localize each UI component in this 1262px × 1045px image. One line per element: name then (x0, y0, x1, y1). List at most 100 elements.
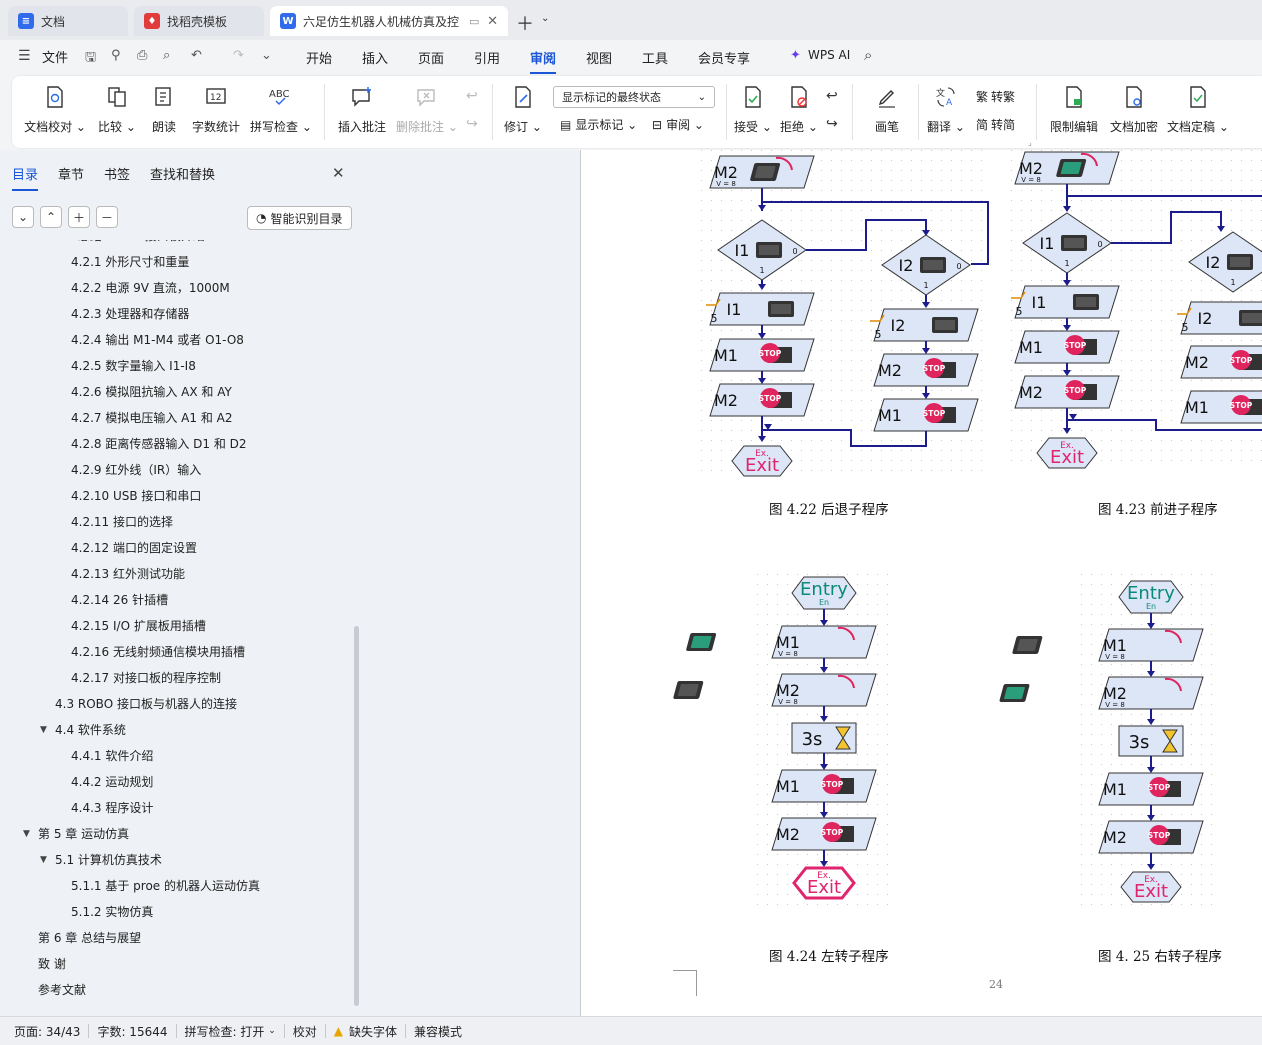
sidebar-scrollbar[interactable] (354, 626, 359, 1006)
toc-item[interactable]: 4.2.14 26 针插槽 (71, 590, 168, 610)
markup-state-select[interactable]: 显示标记的最终状态 ⌄ (553, 86, 715, 108)
sidebar-tab-find-replace[interactable]: 查找和替换 (150, 164, 215, 183)
toc-item[interactable]: 4.2.7 模拟电压输入 A1 和 A2 (71, 408, 232, 428)
tab-docer-templates[interactable]: ♦ 找稻壳模板 (134, 6, 264, 36)
toc-item[interactable]: 4.2.17 对接口板的程序控制 (71, 668, 221, 688)
menu-tab-page[interactable]: 页面 (418, 48, 444, 67)
menu-tab-vip[interactable]: 会员专享 (698, 48, 750, 67)
hamburger-icon[interactable]: ☰ (18, 48, 31, 64)
to-traditional-button[interactable]: 繁转繁 (976, 88, 1015, 105)
prev-comment-icon[interactable]: ↩ (466, 88, 478, 104)
pen-button[interactable]: 画笔 (862, 76, 912, 148)
wps-ai-button[interactable]: WPS AI (808, 48, 850, 62)
toc-item[interactable]: 4.2.13 红外测试功能 (71, 564, 185, 584)
tab-documents[interactable]: ≡ 文档 (8, 6, 128, 36)
toc-item[interactable]: 4.4.3 程序设计 (71, 798, 153, 818)
toc-item[interactable]: 5.1.2 实物仿真 (71, 902, 153, 922)
toc-expand-triangle-icon[interactable]: ▼ (40, 720, 47, 740)
review-pane-button[interactable]: ⊟ 审阅 ⌄ (652, 116, 704, 133)
finalize-button[interactable]: 文档定稿 ⌄ (1166, 76, 1230, 148)
remove-heading-button[interactable]: － (96, 206, 118, 228)
toc-item[interactable]: 参考文献 (38, 980, 86, 1000)
toc-item[interactable]: 4.4.1 软件介绍 (71, 746, 153, 766)
page-indicator[interactable]: 页面: 34/43 (0, 1023, 88, 1040)
toc-item[interactable]: 4.2.15 I/O 扩展板用插槽 (71, 616, 206, 636)
toc-item[interactable]: 4.4.2 运动规划 (71, 772, 153, 792)
compare-button[interactable]: 比较 ⌄ (94, 76, 140, 148)
toc-expand-triangle-icon[interactable]: ▼ (40, 240, 47, 246)
tab-list-chevron-icon[interactable]: ⌄ (541, 13, 549, 24)
missing-font-indicator[interactable]: ▲ 缺失字体 (326, 1023, 405, 1040)
add-heading-button[interactable]: ＋ (68, 206, 90, 228)
toc-expand-triangle-icon[interactable]: ▼ (23, 824, 30, 844)
menu-tab-home[interactable]: 开始 (306, 48, 332, 67)
toc-item[interactable]: 4.2.16 无线射频通信模块用插槽 (71, 642, 245, 662)
toc-item[interactable]: 第 6 章 总结与展望 (38, 928, 141, 948)
toc-item[interactable]: 4.2.6 模拟阻抗输入 AX 和 AY (71, 382, 232, 402)
toc-item[interactable]: 4.3 ROBO 接口板与机器人的连接 (55, 694, 237, 714)
reject-button[interactable]: 拒绝 ⌄ (778, 76, 820, 148)
toc-item[interactable]: 4.2.9 红外线（IR）输入 (71, 460, 201, 480)
menu-tab-view[interactable]: 视图 (586, 48, 612, 67)
translate-button[interactable]: 文A 翻译 ⌄ (924, 76, 968, 148)
collapse-all-button[interactable]: ⌄ (12, 206, 34, 228)
proofread-indicator[interactable]: 校对 (285, 1023, 325, 1040)
toc-expand-triangle-icon[interactable]: ▼ (40, 850, 47, 870)
sidebar-tab-toc[interactable]: 目录 (12, 164, 39, 191)
toc-item[interactable]: 4.2.5 数字量输入 I1-I8 (71, 356, 196, 376)
share-icon[interactable]: ⚲ (106, 48, 126, 63)
toc-item[interactable]: 4.2.3 处理器和存储器 (71, 304, 189, 324)
prev-change-icon[interactable]: ↩ (826, 88, 838, 104)
toc-item[interactable]: 致 谢 (38, 954, 66, 974)
toc-item[interactable]: 4.2.1 外形尺寸和重量 (71, 252, 189, 272)
spell-check-indicator[interactable]: 拼写检查: 打开 ⌄ (177, 1023, 284, 1040)
sidebar-tab-sections[interactable]: 章节 (58, 164, 84, 183)
quick-access-chevron-icon[interactable]: ⌄ (256, 48, 277, 63)
to-simplified-button[interactable]: 简转简 (976, 116, 1015, 133)
toc-item[interactable]: 4.2.8 距离传感器输入 D1 和 D2 (71, 434, 247, 454)
toc-item[interactable]: ▼ 5.1 计算机仿真技术 (40, 850, 162, 870)
expand-up-button[interactable]: ⌃ (40, 206, 62, 228)
toc-item[interactable]: 4.2.12 端口的固定设置 (71, 538, 197, 558)
window-icon[interactable]: ▭ (469, 15, 479, 28)
word-count-button[interactable]: 12 字数统计 (188, 76, 244, 148)
ribbon-expand-icon[interactable]: ⌟ (1028, 138, 1032, 147)
menu-tab-tools[interactable]: 工具 (642, 48, 668, 67)
next-change-icon[interactable]: ↪ (826, 116, 838, 132)
ai-toc-button[interactable]: ◔ 智能识别目录 (247, 206, 352, 230)
show-markup-button[interactable]: ▤ 显示标记 ⌄ (560, 116, 637, 133)
read-aloud-button[interactable]: 朗读 (146, 76, 182, 148)
menu-tab-review[interactable]: 审阅 (530, 48, 557, 74)
tab-current-document[interactable]: W 六足仿生机器人机械仿真及控 ▭ ✕ (270, 6, 508, 36)
toc-item[interactable]: ▼ 第 5 章 运动仿真 (23, 824, 129, 844)
save-icon[interactable]: 🖫 (80, 48, 101, 70)
redo-icon[interactable]: ↷ (228, 48, 249, 63)
print-preview-icon[interactable]: ⌕ (158, 48, 175, 63)
sidebar-tab-bookmarks[interactable]: 书签 (104, 164, 130, 183)
toc-item[interactable]: 4.2.10 USB 接口和串口 (71, 486, 201, 506)
toc-item[interactable]: 4.2.2 电源 9V 直流，1000M (71, 278, 230, 298)
menu-tab-references[interactable]: 引用 (474, 48, 500, 67)
toc-item[interactable]: ▼ 4.4 软件系统 (40, 720, 126, 740)
encrypt-button[interactable]: 文档加密 (1106, 76, 1162, 148)
toc-item[interactable]: 5.1.1 基于 proe 的机器人运动仿真 (71, 876, 260, 896)
spell-check-button[interactable]: ABC 拼写检查 ⌄ (250, 76, 312, 148)
new-tab-icon[interactable]: ＋ (516, 10, 534, 36)
doc-check-button[interactable]: 文档校对 ⌄ (24, 76, 86, 148)
menu-tab-insert[interactable]: 插入 (362, 48, 388, 67)
toc-item[interactable]: ▼4.2 总结 ROBO 接口板介绍 (40, 240, 205, 246)
next-comment-icon[interactable]: ↪ (466, 116, 478, 132)
word-count-indicator[interactable]: 字数: 15644 (89, 1023, 175, 1040)
file-menu[interactable]: 文件 (36, 47, 74, 66)
delete-comment-button[interactable]: 删除批注 ⌄ (396, 76, 458, 148)
print-icon[interactable]: ⎙ (132, 48, 152, 63)
restrict-edit-button[interactable]: 限制编辑 (1046, 76, 1102, 148)
toc-item[interactable]: 4.2.11 接口的选择 (71, 512, 173, 532)
track-changes-button[interactable]: 修订 ⌄ (502, 76, 544, 148)
undo-icon[interactable]: ↶ (186, 48, 207, 63)
close-sidebar-icon[interactable]: ✕ (332, 164, 345, 182)
close-tab-icon[interactable]: ✕ (487, 14, 498, 29)
insert-comment-button[interactable]: 插入批注 (334, 76, 390, 148)
search-icon[interactable]: ⌕ (864, 46, 872, 64)
toc-item[interactable]: 4.2.4 输出 M1-M4 或者 O1-O8 (71, 330, 244, 350)
